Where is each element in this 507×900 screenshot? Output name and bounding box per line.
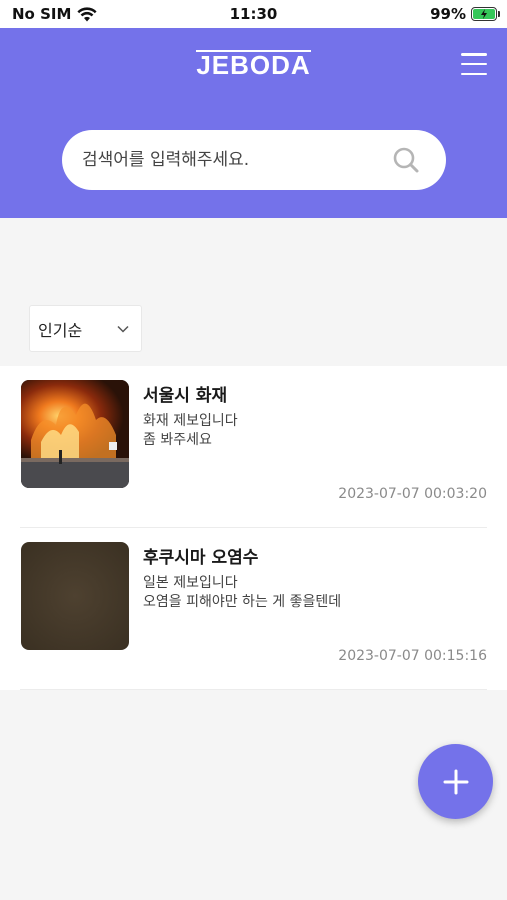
post-preview-line: 오염을 피해야만 하는 게 좋을텐데 <box>143 594 342 610</box>
app-header: JEBODA <box>0 28 507 218</box>
post-list: 서울시 화재 화재 제보입니다 좀 봐주세요 2023-07-07 00:03:… <box>0 366 507 690</box>
list-item[interactable]: 서울시 화재 화재 제보입니다 좀 봐주세요 2023-07-07 00:03:… <box>0 366 507 528</box>
post-date: 2023-07-07 00:15:16 <box>338 648 487 664</box>
post-preview: 일본 제보입니다 오염을 피해야만 하는 게 좋을텐데 <box>143 574 341 612</box>
post-preview-line: 좀 봐주세요 <box>143 432 212 448</box>
post-preview-line: 일본 제보입니다 <box>143 575 238 591</box>
add-post-button[interactable] <box>418 744 493 819</box>
search-bar <box>62 130 446 190</box>
app-logo[interactable]: JEBODA <box>0 50 507 81</box>
divider <box>20 689 487 690</box>
post-preview-line: 화재 제보입니다 <box>143 413 238 429</box>
list-item[interactable]: 후쿠시마 오염수 일본 제보입니다 오염을 피해야만 하는 게 좋을텐데 202… <box>0 528 507 690</box>
sort-selected-label: 인기순 <box>38 320 83 340</box>
post-title: 후쿠시마 오염수 <box>143 548 259 568</box>
battery-icon <box>471 7 500 21</box>
chevron-down-icon <box>117 325 129 333</box>
search-icon[interactable] <box>392 146 420 174</box>
status-bar: No SIM 11:30 99% <box>0 0 507 28</box>
post-thumbnail-fire <box>21 380 129 488</box>
post-preview: 화재 제보입니다 좀 봐주세요 <box>143 412 238 450</box>
post-date: 2023-07-07 00:03:20 <box>338 486 487 502</box>
search-input[interactable] <box>82 150 392 170</box>
clock: 11:30 <box>229 5 278 23</box>
post-title: 서울시 화재 <box>143 386 228 406</box>
menu-icon[interactable] <box>461 53 487 75</box>
plus-icon <box>443 769 468 794</box>
post-thumbnail-water <box>21 542 129 650</box>
sort-dropdown[interactable]: 인기순 <box>29 305 142 352</box>
